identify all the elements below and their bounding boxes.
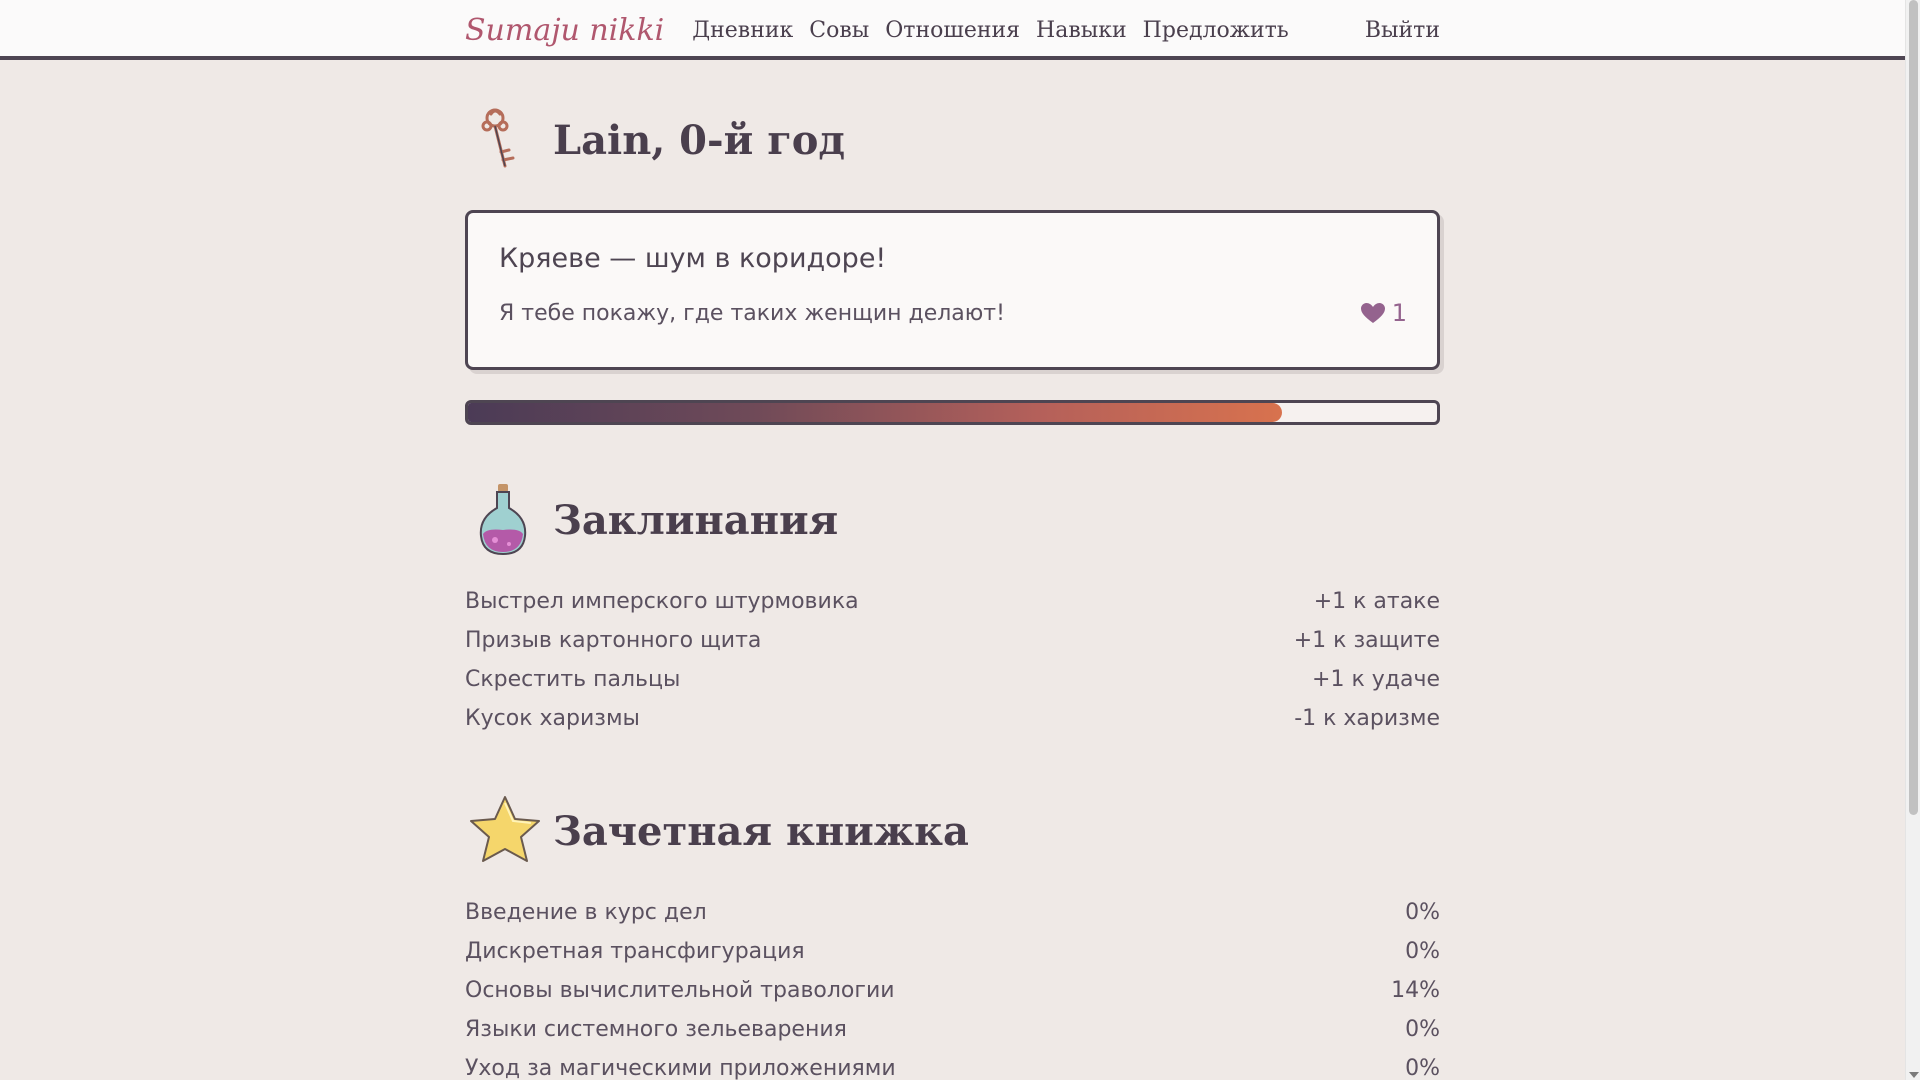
spell-name: Кусок харизмы xyxy=(465,706,640,731)
grade-row: Введение в курс дел 0% xyxy=(465,893,1440,932)
course-name: Языки системного зельеварения xyxy=(465,1017,847,1042)
nav-link-relations[interactable]: Отношения xyxy=(885,18,1020,43)
potion-icon xyxy=(479,484,527,556)
spell-effect: +1 к атаке xyxy=(1313,589,1440,614)
course-progress: 0% xyxy=(1405,939,1440,964)
scrollbar-thumb[interactable] xyxy=(1909,0,1918,815)
spells-heading: Заклинания xyxy=(465,480,1440,560)
course-name: Введение в курс дел xyxy=(465,900,707,925)
course-progress: 14% xyxy=(1391,978,1440,1003)
spell-row: Скрестить пальцы +1 к удаче xyxy=(465,660,1440,699)
gradebook-section: Зачетная книжка Введение в курс дел 0% Д… xyxy=(465,791,1440,1080)
heart-icon xyxy=(1360,303,1385,323)
course-progress: 0% xyxy=(1405,1056,1440,1080)
nav-link-skills[interactable]: Навыки xyxy=(1036,18,1127,43)
nav-link-owls[interactable]: Совы xyxy=(809,18,869,43)
gradebook-list: Введение в курс дел 0% Дискретная трансф… xyxy=(465,893,1440,1080)
spells-title: Заклинания xyxy=(553,496,839,544)
note-text: Я тебе покажу, где таких женщин делают! xyxy=(499,301,1005,326)
course-name: Дискретная трансфигурация xyxy=(465,939,805,964)
logout-link[interactable]: Выйти xyxy=(1365,18,1440,43)
note-card: Кряеве — шум в коридоре! Я тебе покажу, … xyxy=(465,210,1440,370)
star-icon xyxy=(470,796,540,862)
spell-effect: -1 к харизме xyxy=(1294,706,1440,731)
course-progress: 0% xyxy=(1405,1017,1440,1042)
spells-list: Выстрел имперского штурмовика +1 к атаке… xyxy=(465,582,1440,738)
gradebook-heading: Зачетная книжка xyxy=(465,791,1440,871)
spells-section: Заклинания Выстрел имперского штурмовика… xyxy=(465,480,1440,738)
course-progress: 0% xyxy=(1405,900,1440,925)
nav-inner: Sumaju nikki Дневник Совы Отношения Навы… xyxy=(465,0,1440,60)
spell-row: Выстрел имперского штурмовика +1 к атаке xyxy=(465,582,1440,621)
grade-row: Дискретная трансфигурация 0% xyxy=(465,932,1440,971)
grade-row: Языки системного зельеварения 0% xyxy=(465,1010,1440,1049)
note-title: Кряеве — шум в коридоре! xyxy=(499,243,887,274)
course-name: Уход за магическими приложениями xyxy=(465,1056,896,1080)
spell-effect: +1 к удаче xyxy=(1312,667,1440,692)
spell-effect: +1 к защите xyxy=(1293,628,1440,653)
nav-link-suggest[interactable]: Предложить xyxy=(1143,18,1289,43)
spell-name: Выстрел имперского штурмовика xyxy=(465,589,859,614)
spell-row: Призыв картонного щита +1 к защите xyxy=(465,621,1440,660)
profile-heading: Lain, 0-й год xyxy=(465,100,845,180)
gradebook-title: Зачетная книжка xyxy=(553,807,969,855)
spell-name: Скрестить пальцы xyxy=(465,667,681,692)
spell-name: Призыв картонного щита xyxy=(465,628,762,653)
grade-row: Уход за магическими приложениями 0% xyxy=(465,1049,1440,1080)
experience-progress-fill xyxy=(468,403,1282,422)
like-count: 1 xyxy=(1391,299,1407,327)
site-logo[interactable]: Sumaju nikki xyxy=(465,13,664,48)
spell-row: Кусок харизмы -1 к харизме xyxy=(465,699,1440,738)
profile-title: Lain, 0-й год xyxy=(553,116,846,164)
grade-row: Основы вычислительной травологии 14% xyxy=(465,971,1440,1010)
nav-link-diary[interactable]: Дневник xyxy=(692,18,793,43)
top-nav-bar: Sumaju nikki Дневник Совы Отношения Навы… xyxy=(0,0,1905,60)
experience-progress-bar xyxy=(465,400,1440,425)
scroll-down-arrow-icon[interactable] xyxy=(1909,1072,1919,1078)
course-name: Основы вычислительной травологии xyxy=(465,978,895,1003)
key-icon xyxy=(481,108,515,168)
page-scrollbar[interactable] xyxy=(1905,0,1920,1080)
like-button[interactable]: 1 xyxy=(1360,299,1407,327)
